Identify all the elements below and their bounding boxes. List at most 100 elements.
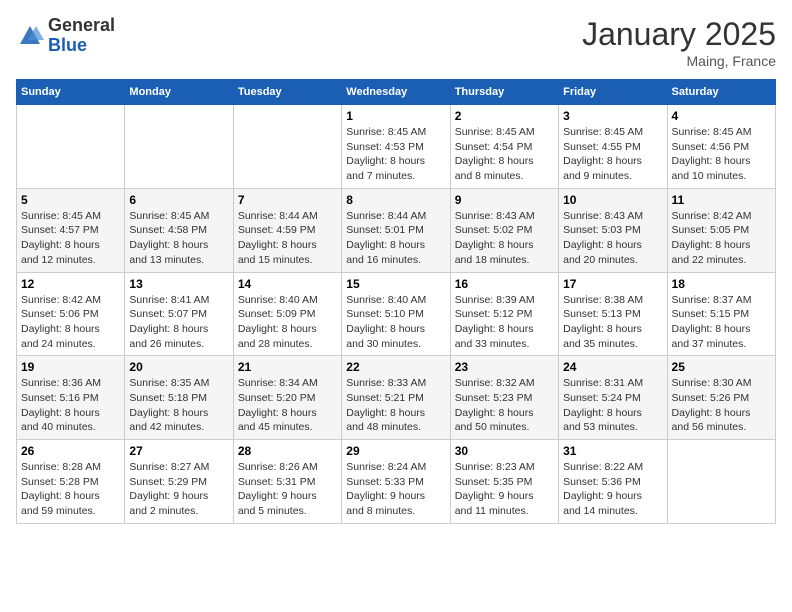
- location: Maing, France: [582, 53, 776, 69]
- logo-icon: [16, 22, 44, 50]
- calendar-cell: 28 Sunrise: 8:26 AM Sunset: 5:31 PM Dayli…: [233, 440, 341, 524]
- day-info: Sunrise: 8:30 AM Sunset: 5:26 PM Dayligh…: [672, 376, 771, 435]
- day-number: 30: [455, 444, 554, 458]
- calendar-cell: [667, 440, 775, 524]
- calendar-week-row: 5Sunrise: 8:45 AM Sunset: 4:57 PM Daylig…: [17, 188, 776, 272]
- day-number: 27: [129, 444, 228, 458]
- logo-blue-text: Blue: [48, 36, 115, 56]
- day-number: 13: [129, 277, 228, 291]
- calendar-cell: 7 Sunrise: 8:44 AM Sunset: 4:59 PM Daylig…: [233, 188, 341, 272]
- calendar-cell: 6Sunrise: 8:45 AM Sunset: 4:58 PM Daylig…: [125, 188, 233, 272]
- calendar-week-row: 1 Sunrise: 8:45 AM Sunset: 4:53 PM Daylig…: [17, 105, 776, 189]
- weekday-header: Monday: [125, 80, 233, 105]
- calendar-cell: 13Sunrise: 8:41 AM Sunset: 5:07 PM Dayli…: [125, 272, 233, 356]
- day-info: Sunrise: 8:44 AM Sunset: 5:01 PM Dayligh…: [346, 209, 445, 268]
- day-number: 22: [346, 360, 445, 374]
- calendar-cell: 4 Sunrise: 8:45 AM Sunset: 4:56 PM Daylig…: [667, 105, 775, 189]
- day-number: 21: [238, 360, 337, 374]
- day-info: Sunrise: 8:22 AM Sunset: 5:36 PM Dayligh…: [563, 460, 662, 519]
- weekday-header: Sunday: [17, 80, 125, 105]
- calendar-cell: 17Sunrise: 8:38 AM Sunset: 5:13 PM Dayli…: [559, 272, 667, 356]
- calendar-cell: 9Sunrise: 8:43 AM Sunset: 5:02 PM Daylig…: [450, 188, 558, 272]
- day-number: 16: [455, 277, 554, 291]
- calendar-cell: 5Sunrise: 8:45 AM Sunset: 4:57 PM Daylig…: [17, 188, 125, 272]
- calendar-cell: 19 Sunrise: 8:36 AM Sunset: 5:16 PM Dayli…: [17, 356, 125, 440]
- day-number: 5: [21, 193, 120, 207]
- calendar-cell: 1 Sunrise: 8:45 AM Sunset: 4:53 PM Daylig…: [342, 105, 450, 189]
- day-info: Sunrise: 8:39 AM Sunset: 5:12 PM Dayligh…: [455, 293, 554, 352]
- calendar-week-row: 12 Sunrise: 8:42 AM Sunset: 5:06 PM Dayli…: [17, 272, 776, 356]
- calendar-cell: [233, 105, 341, 189]
- weekday-header: Thursday: [450, 80, 558, 105]
- day-number: 8: [346, 193, 445, 207]
- day-number: 31: [563, 444, 662, 458]
- day-info: Sunrise: 8:24 AM Sunset: 5:33 PM Dayligh…: [346, 460, 445, 519]
- calendar-cell: 21Sunrise: 8:34 AM Sunset: 5:20 PM Dayli…: [233, 356, 341, 440]
- calendar-cell: 12 Sunrise: 8:42 AM Sunset: 5:06 PM Dayli…: [17, 272, 125, 356]
- day-info: Sunrise: 8:40 AM Sunset: 5:09 PM Dayligh…: [238, 293, 337, 352]
- calendar-cell: 3Sunrise: 8:45 AM Sunset: 4:55 PM Daylig…: [559, 105, 667, 189]
- calendar-cell: 23 Sunrise: 8:32 AM Sunset: 5:23 PM Dayli…: [450, 356, 558, 440]
- day-number: 19: [21, 360, 120, 374]
- day-info: Sunrise: 8:42 AM Sunset: 5:06 PM Dayligh…: [21, 293, 120, 352]
- day-info: Sunrise: 8:32 AM Sunset: 5:23 PM Dayligh…: [455, 376, 554, 435]
- weekday-header: Tuesday: [233, 80, 341, 105]
- day-info: Sunrise: 8:23 AM Sunset: 5:35 PM Dayligh…: [455, 460, 554, 519]
- header: General Blue January 2025 Maing, France: [16, 16, 776, 69]
- calendar-cell: 10 Sunrise: 8:43 AM Sunset: 5:03 PM Dayli…: [559, 188, 667, 272]
- calendar-cell: 11Sunrise: 8:42 AM Sunset: 5:05 PM Dayli…: [667, 188, 775, 272]
- day-number: 26: [21, 444, 120, 458]
- logo-general-text: General: [48, 16, 115, 36]
- day-number: 18: [672, 277, 771, 291]
- day-number: 6: [129, 193, 228, 207]
- day-info: Sunrise: 8:45 AM Sunset: 4:55 PM Dayligh…: [563, 125, 662, 184]
- day-info: Sunrise: 8:27 AM Sunset: 5:29 PM Dayligh…: [129, 460, 228, 519]
- day-number: 10: [563, 193, 662, 207]
- calendar-cell: 22Sunrise: 8:33 AM Sunset: 5:21 PM Dayli…: [342, 356, 450, 440]
- day-info: Sunrise: 8:28 AM Sunset: 5:28 PM Dayligh…: [21, 460, 120, 519]
- calendar-cell: 29 Sunrise: 8:24 AM Sunset: 5:33 PM Dayli…: [342, 440, 450, 524]
- day-info: Sunrise: 8:31 AM Sunset: 5:24 PM Dayligh…: [563, 376, 662, 435]
- calendar-cell: 20 Sunrise: 8:35 AM Sunset: 5:18 PM Dayli…: [125, 356, 233, 440]
- day-info: Sunrise: 8:26 AM Sunset: 5:31 PM Dayligh…: [238, 460, 337, 519]
- day-info: Sunrise: 8:42 AM Sunset: 5:05 PM Dayligh…: [672, 209, 771, 268]
- day-number: 4: [672, 109, 771, 123]
- day-number: 7: [238, 193, 337, 207]
- day-number: 12: [21, 277, 120, 291]
- day-number: 25: [672, 360, 771, 374]
- day-info: Sunrise: 8:45 AM Sunset: 4:56 PM Dayligh…: [672, 125, 771, 184]
- day-number: 28: [238, 444, 337, 458]
- day-info: Sunrise: 8:43 AM Sunset: 5:03 PM Dayligh…: [563, 209, 662, 268]
- day-number: 20: [129, 360, 228, 374]
- calendar-cell: [125, 105, 233, 189]
- day-number: 23: [455, 360, 554, 374]
- day-number: 2: [455, 109, 554, 123]
- day-info: Sunrise: 8:37 AM Sunset: 5:15 PM Dayligh…: [672, 293, 771, 352]
- day-info: Sunrise: 8:36 AM Sunset: 5:16 PM Dayligh…: [21, 376, 120, 435]
- day-number: 9: [455, 193, 554, 207]
- calendar: SundayMondayTuesdayWednesdayThursdayFrid…: [16, 79, 776, 524]
- weekday-header-row: SundayMondayTuesdayWednesdayThursdayFrid…: [17, 80, 776, 105]
- calendar-cell: 24 Sunrise: 8:31 AM Sunset: 5:24 PM Dayli…: [559, 356, 667, 440]
- calendar-cell: 27 Sunrise: 8:27 AM Sunset: 5:29 PM Dayli…: [125, 440, 233, 524]
- weekday-header: Friday: [559, 80, 667, 105]
- day-info: Sunrise: 8:45 AM Sunset: 4:53 PM Dayligh…: [346, 125, 445, 184]
- calendar-cell: 14 Sunrise: 8:40 AM Sunset: 5:09 PM Dayli…: [233, 272, 341, 356]
- calendar-week-row: 19 Sunrise: 8:36 AM Sunset: 5:16 PM Dayli…: [17, 356, 776, 440]
- day-info: Sunrise: 8:35 AM Sunset: 5:18 PM Dayligh…: [129, 376, 228, 435]
- calendar-cell: 26 Sunrise: 8:28 AM Sunset: 5:28 PM Dayli…: [17, 440, 125, 524]
- day-info: Sunrise: 8:44 AM Sunset: 4:59 PM Dayligh…: [238, 209, 337, 268]
- day-number: 1: [346, 109, 445, 123]
- day-info: Sunrise: 8:45 AM Sunset: 4:54 PM Dayligh…: [455, 125, 554, 184]
- calendar-cell: 2 Sunrise: 8:45 AM Sunset: 4:54 PM Daylig…: [450, 105, 558, 189]
- logo: General Blue: [16, 16, 115, 56]
- day-number: 14: [238, 277, 337, 291]
- weekday-header: Saturday: [667, 80, 775, 105]
- day-number: 29: [346, 444, 445, 458]
- title-area: January 2025 Maing, France: [582, 16, 776, 69]
- day-number: 24: [563, 360, 662, 374]
- calendar-cell: 18 Sunrise: 8:37 AM Sunset: 5:15 PM Dayli…: [667, 272, 775, 356]
- day-number: 15: [346, 277, 445, 291]
- weekday-header: Wednesday: [342, 80, 450, 105]
- calendar-cell: 16 Sunrise: 8:39 AM Sunset: 5:12 PM Dayli…: [450, 272, 558, 356]
